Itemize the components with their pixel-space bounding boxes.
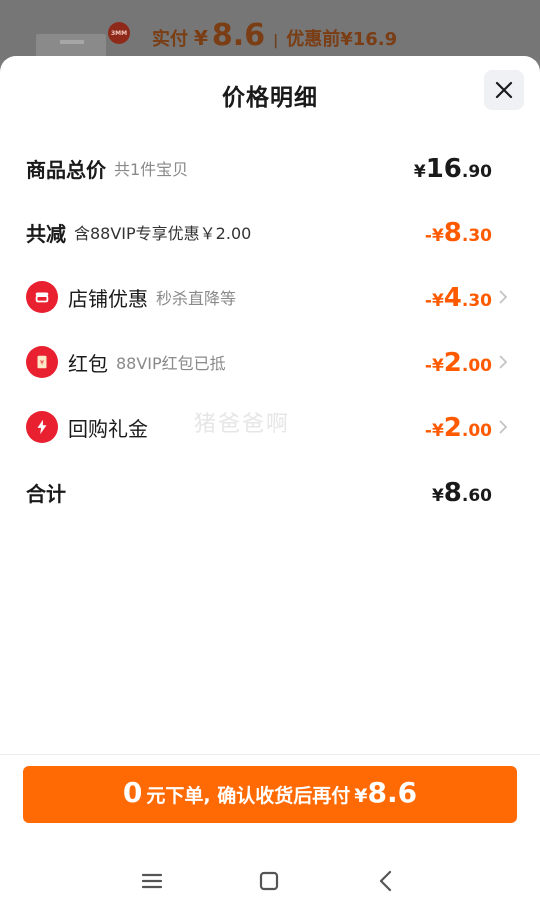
paid-price-line: 实付 ¥ 8.6 | 优惠前 ¥16.9 xyxy=(152,18,397,53)
amount-integer: 2 xyxy=(443,413,462,443)
amount-currency: ¥ xyxy=(431,291,444,311)
paid-label: 实付 xyxy=(152,29,188,50)
amount-decimal: .90 xyxy=(461,162,492,182)
row-amount: - ¥ 4 .30 xyxy=(425,277,492,317)
amount-sign: - xyxy=(424,356,432,376)
row-amount: ¥ 8 .60 xyxy=(432,472,492,512)
amount-integer: 2 xyxy=(443,348,462,378)
amount-decimal: .30 xyxy=(461,291,492,311)
original-label: 优惠前 xyxy=(286,29,341,50)
row-label: 商品总价 xyxy=(26,157,106,182)
home-icon[interactable] xyxy=(254,866,284,896)
row-label: 合计 xyxy=(26,481,66,506)
paid-currency: ¥ xyxy=(194,26,208,50)
row-sum: 合计 ¥ 8 .60 xyxy=(0,472,540,512)
row-sub: 共1件宝贝 xyxy=(114,160,189,179)
chevron-right-icon xyxy=(499,420,508,434)
row-store-discount[interactable]: 店铺优惠 秒杀直降等 - ¥ 4 .30 xyxy=(0,277,540,317)
amount-currency: ¥ xyxy=(413,162,426,182)
amount-currency: ¥ xyxy=(431,421,444,441)
store-badge: 3MM xyxy=(108,22,130,44)
back-icon[interactable] xyxy=(372,866,402,896)
row-amount: - ¥ 2 .00 xyxy=(425,342,492,382)
menu-icon[interactable] xyxy=(137,866,167,896)
chevron-right-icon xyxy=(499,355,508,369)
original-value: ¥16.9 xyxy=(340,29,398,50)
amount-sign: - xyxy=(424,291,432,311)
amount-integer: 8 xyxy=(443,478,462,508)
background-order-bar: 3MM 实付 ¥ 8.6 | 优惠前 ¥16.9 xyxy=(0,0,540,64)
pay-text: 元下单, 确认收货后再付 xyxy=(146,785,351,807)
pay-later-button[interactable]: 0 元下单, 确认收货后再付 ¥ 8.6 xyxy=(23,766,517,823)
pay-currency: ¥ xyxy=(354,785,368,807)
row-sub: 88VIP红包已抵 xyxy=(116,354,226,373)
row-amount: - ¥ 8 .30 xyxy=(425,212,492,252)
close-button[interactable] xyxy=(484,70,524,110)
red-envelope-icon: ¥ xyxy=(26,346,58,378)
price-detail-sheet: 价格明细 商品总价 共1件宝贝 ¥ 16 .90 共减 含88VIP专享优惠￥2… xyxy=(0,56,540,908)
amount-integer: 4 xyxy=(443,283,462,313)
footer-divider xyxy=(0,754,540,755)
amount-sign: - xyxy=(424,421,432,441)
pay-zero: 0 xyxy=(122,776,143,809)
row-sub: 含88VIP专享优惠￥2.00 xyxy=(74,224,252,243)
pay-value: 8.6 xyxy=(367,776,418,809)
amount-currency: ¥ xyxy=(431,226,444,246)
row-sub: 秒杀直降等 xyxy=(156,289,237,308)
amount-decimal: .60 xyxy=(461,486,492,506)
paid-value: 8.6 xyxy=(211,18,266,53)
row-total-discount: 共减 含88VIP专享优惠￥2.00 - ¥ 8 .30 xyxy=(0,212,540,252)
price-separator: | xyxy=(273,33,279,49)
shop-icon xyxy=(26,281,58,313)
sheet-title: 价格明细 xyxy=(222,85,318,111)
row-red-envelope[interactable]: ¥ 红包 88VIP红包已抵 - ¥ 2 .00 xyxy=(0,342,540,382)
amount-decimal: .30 xyxy=(461,226,492,246)
lightning-icon xyxy=(26,411,58,443)
row-amount: ¥ 16 .90 xyxy=(414,148,492,188)
watermark: 猪爸爸啊 xyxy=(194,412,291,437)
amount-integer: 8 xyxy=(443,218,462,248)
amount-decimal: .00 xyxy=(461,356,492,376)
chevron-right-icon xyxy=(499,290,508,304)
row-label: 红包 xyxy=(68,351,108,376)
row-label: 回购礼金 xyxy=(68,416,148,441)
row-amount: - ¥ 2 .00 xyxy=(425,407,492,447)
amount-decimal: .00 xyxy=(461,421,492,441)
amount-currency: ¥ xyxy=(431,356,444,376)
row-label: 共减 xyxy=(26,221,66,246)
svg-text:¥: ¥ xyxy=(40,360,44,367)
amount-integer: 16 xyxy=(425,154,462,184)
system-navbar xyxy=(0,856,540,908)
amount-sign: - xyxy=(424,226,432,246)
close-icon xyxy=(495,81,513,99)
row-label: 店铺优惠 xyxy=(68,286,148,311)
amount-currency: ¥ xyxy=(431,486,444,506)
row-goods-total: 商品总价 共1件宝贝 ¥ 16 .90 xyxy=(0,148,540,188)
